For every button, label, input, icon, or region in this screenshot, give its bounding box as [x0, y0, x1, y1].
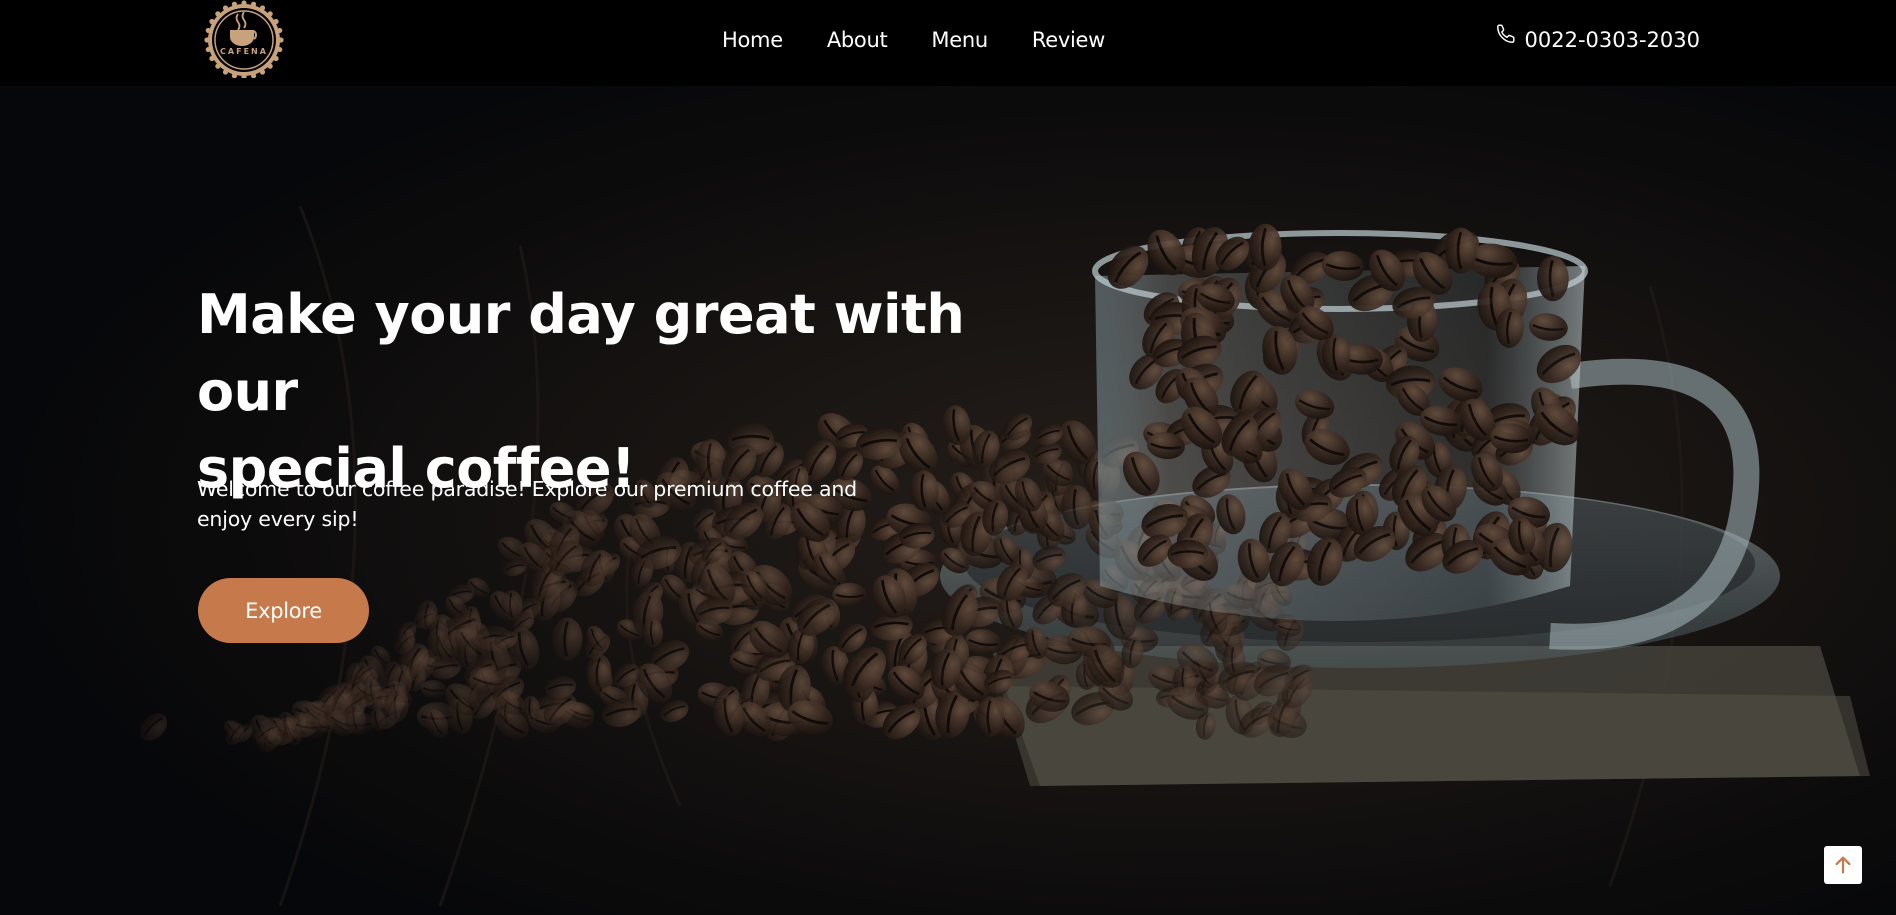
explore-button[interactable]: Explore: [198, 578, 369, 643]
hero-section: Make your day great with our special cof…: [0, 86, 1896, 915]
nav-review[interactable]: Review: [1032, 28, 1105, 52]
cafena-logo-icon: CAFENA: [204, 0, 284, 80]
main-nav: Home About Menu Review: [722, 28, 1105, 52]
nav-home[interactable]: Home: [722, 28, 783, 52]
hero-subtitle-line-2: enjoy every sip!: [197, 507, 359, 531]
phone-number: 0022-0303-2030: [1524, 28, 1701, 52]
hero-title-line-1: Make your day great with our: [197, 283, 965, 423]
scroll-to-top-button[interactable]: [1824, 846, 1862, 884]
contact-phone[interactable]: 0022-0303-2030: [1495, 24, 1701, 52]
page: CAFENA Home About Menu Review 0022-0303-…: [0, 0, 1896, 915]
cafena-logo[interactable]: CAFENA: [197, 0, 291, 80]
phone-icon: [1496, 24, 1515, 43]
nav-menu[interactable]: Menu: [931, 28, 988, 52]
nav-about[interactable]: About: [827, 28, 888, 52]
hero-subtitle-line-1: Welcome to our coffee paradise! Explore …: [197, 477, 857, 501]
hero-subtitle: Welcome to our coffee paradise! Explore …: [197, 474, 887, 534]
site-header: CAFENA Home About Menu Review 0022-0303-…: [0, 0, 1896, 86]
arrow-up-icon: [1835, 856, 1851, 874]
hero-title: Make your day great with our special cof…: [197, 276, 997, 507]
svg-text:CAFENA: CAFENA: [220, 47, 268, 56]
